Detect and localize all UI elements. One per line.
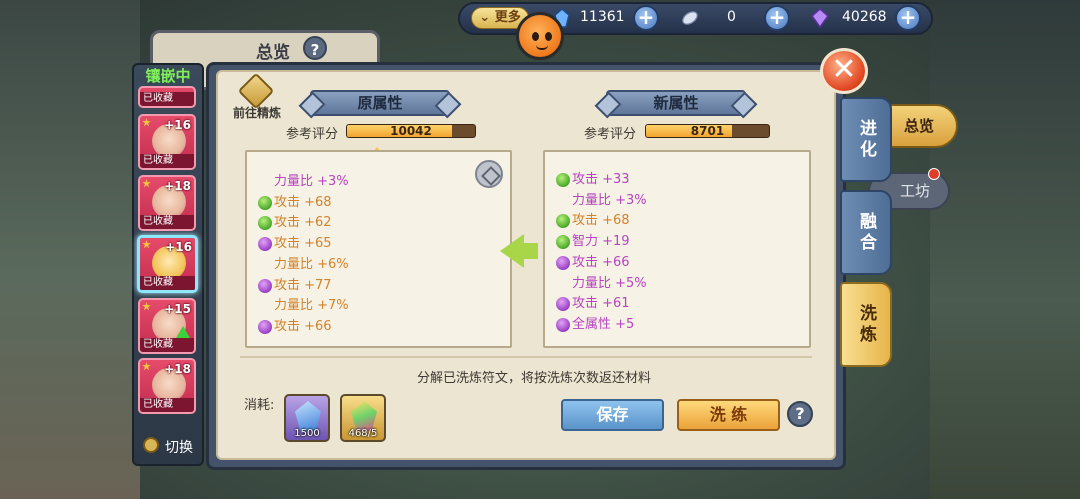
feather-icon xyxy=(682,11,698,25)
favorited-tag: 已收藏 xyxy=(140,338,194,352)
consume-label: 消耗: xyxy=(244,398,275,413)
favorited-tag: 已收藏 xyxy=(140,398,194,412)
tab-evolve[interactable]: 进化 xyxy=(840,97,892,182)
consume-count: 468/5 xyxy=(348,428,378,439)
save-button[interactable]: 保存 xyxy=(561,399,664,431)
old-attributes-title: 原属性 xyxy=(310,90,450,116)
add-gem-button[interactable]: + xyxy=(895,5,921,31)
attribute-text: 力量比 +7% xyxy=(274,298,349,314)
star-icon xyxy=(142,179,151,188)
favorited-tag: 已收藏 xyxy=(140,215,194,229)
attribute-text: 攻击 +66 xyxy=(274,318,332,334)
background-left xyxy=(0,0,140,499)
gem-list-title: 镶嵌中 xyxy=(145,67,191,85)
favorited-tag: 已收藏 xyxy=(140,276,195,290)
feather-count: 0 xyxy=(727,9,736,25)
attribute-text: 攻击 +62 xyxy=(274,215,332,231)
star-icon xyxy=(142,118,151,127)
purple-gem-icon xyxy=(810,8,830,28)
gem-count: 40268 xyxy=(842,9,887,25)
switch-label: 切换 xyxy=(165,440,193,456)
old-score-bar: 10042 xyxy=(346,124,476,138)
attribute-text: 力量比 +3% xyxy=(572,192,647,208)
star-icon xyxy=(142,240,151,249)
gem-level: +18 xyxy=(164,179,191,193)
gem-level: +18 xyxy=(164,362,191,376)
consume-item-crystal[interactable]: 1500 xyxy=(284,394,330,442)
help-icon[interactable]: ? xyxy=(787,401,813,427)
attribute-text: 攻击 +68 xyxy=(274,194,332,210)
consume-count: 1500 xyxy=(294,428,320,439)
blue-crystal-icon xyxy=(295,401,321,431)
purple-gem-slot-icon xyxy=(556,255,570,270)
gem-level: +16 xyxy=(165,240,192,254)
purple-gem-slot-icon xyxy=(258,278,272,293)
decompose-info-text: 分解已洗炼符文，将按洗炼次数返还材料 xyxy=(416,371,651,386)
tab-refine[interactable]: 洗炼 xyxy=(840,282,892,367)
rainbow-gem-icon xyxy=(351,401,377,431)
add-crystal-button[interactable]: + xyxy=(633,5,659,31)
tab-fuse[interactable]: 融合 xyxy=(840,190,892,275)
attribute-text: 攻击 +61 xyxy=(572,296,630,312)
gem-card[interactable]: 已收藏 xyxy=(138,86,196,108)
green-gem-slot-icon xyxy=(556,235,570,250)
new-score-value: 8701 xyxy=(690,124,725,138)
star-icon xyxy=(142,302,151,311)
new-score-label: 参考评分 xyxy=(584,127,637,142)
green-gem-slot-icon xyxy=(556,173,570,187)
mascot-avatar[interactable] xyxy=(516,12,564,60)
switch-icon xyxy=(143,437,159,453)
refine-button[interactable]: 洗 练 xyxy=(677,399,780,431)
gem-level: +15 xyxy=(164,302,191,316)
background-overview-title: 总览 xyxy=(256,43,290,63)
goto-refine-button[interactable]: 前往精炼 xyxy=(227,72,285,122)
attribute-text: 攻击 +33 xyxy=(572,172,630,187)
background-right xyxy=(930,0,1080,499)
attribute-text: 攻击 +68 xyxy=(572,213,630,229)
notification-dot xyxy=(928,168,940,180)
star-icon xyxy=(142,362,151,371)
consume-item-rainbow-gem[interactable]: 468/5 xyxy=(340,394,386,442)
attribute-text: 攻击 +66 xyxy=(572,254,630,270)
divider xyxy=(240,356,812,358)
gem-card[interactable]: +18 已收藏 xyxy=(138,175,196,231)
attribute-text: 力量比 +5% xyxy=(572,275,647,291)
new-score-bar: 8701 xyxy=(645,124,770,138)
purple-gem-slot-icon xyxy=(556,317,570,332)
replace-arrow-icon xyxy=(500,234,540,268)
switch-button[interactable]: 切换 xyxy=(140,434,200,458)
favorited-tag: 已收藏 xyxy=(140,92,194,106)
old-score-value: 10042 xyxy=(390,124,432,138)
purple-gem-slot-icon xyxy=(258,319,272,334)
add-feather-button[interactable]: + xyxy=(764,5,790,31)
upgrade-arrow-icon xyxy=(176,326,190,338)
attribute-text: 力量比 +3% xyxy=(274,174,349,189)
close-button[interactable]: ✕ xyxy=(820,48,868,94)
attribute-text: 智力 +19 xyxy=(572,234,630,250)
old-score-label: 参考评分 xyxy=(286,127,339,142)
attribute-text: 力量比 +6% xyxy=(274,256,349,272)
chevron-down-icon: ⌄ xyxy=(479,10,491,25)
new-attributes-title: 新属性 xyxy=(606,90,746,116)
goto-refine-label: 前往精炼 xyxy=(232,106,281,120)
green-gem-slot-icon xyxy=(258,195,272,210)
attribute-text: 攻击 +65 xyxy=(274,236,332,252)
attribute-text: 全属性 +5 xyxy=(572,316,635,332)
attribute-text: 攻击 +77 xyxy=(274,277,332,293)
gem-card[interactable]: +16 已收藏 xyxy=(138,114,196,170)
crystal-count: 11361 xyxy=(580,9,625,25)
gem-card-selected[interactable]: +16 已收藏 xyxy=(137,235,198,293)
lock-attributes-icon[interactable] xyxy=(475,160,503,188)
favorited-tag: 已收藏 xyxy=(140,154,194,168)
gem-card[interactable]: +18 已收藏 xyxy=(138,358,196,414)
more-label: 更多 xyxy=(494,10,521,25)
background-help-icon[interactable]: ? xyxy=(303,36,327,60)
gem-card[interactable]: +15 已收藏 xyxy=(138,298,196,354)
purple-gem-slot-icon xyxy=(258,237,272,252)
gem-level: +16 xyxy=(164,118,191,132)
